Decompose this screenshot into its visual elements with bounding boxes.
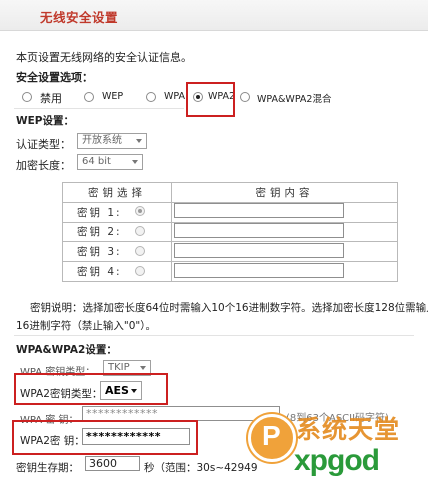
wpa-section-label: WPA&WPA2设置：	[16, 344, 117, 356]
wpa-key-input[interactable]: ************	[82, 406, 280, 421]
intro-text: 本页设置无线网络的安全认证信息。	[16, 51, 192, 64]
key-1-radio[interactable]	[135, 206, 145, 216]
option-label: 禁用	[40, 92, 62, 105]
key-1-input[interactable]	[174, 203, 344, 218]
option-label: WEP	[102, 91, 124, 102]
wpa-key-type-value: TKIP	[108, 362, 130, 373]
wpa2-key-type-highlight-box	[14, 373, 168, 405]
chevron-down-icon	[132, 160, 138, 164]
table-header-row: 密钥选择 密钥内容	[62, 182, 398, 203]
lifetime-hint: 秒（范围：30s~42949	[144, 462, 258, 474]
chevron-down-icon	[140, 366, 146, 370]
security-options-label: 安全设置选项：	[16, 71, 93, 84]
header-key-content: 密钥内容	[171, 182, 398, 203]
auth-type-label: 认证类型：	[16, 138, 71, 151]
chevron-down-icon	[136, 139, 142, 143]
divider	[14, 335, 414, 336]
option-label: WPA&WPA2混合	[257, 94, 332, 105]
key-label: 密钥 2:	[77, 226, 122, 239]
title-bar: 无线安全设置	[0, 0, 428, 31]
wpa2-highlight-box	[186, 82, 235, 117]
lifetime-label: 密钥生存期：	[16, 462, 79, 474]
key-label: 密钥 3:	[77, 246, 122, 259]
key-4-radio[interactable]	[135, 266, 145, 276]
key-label: 密钥 4:	[77, 266, 122, 279]
lifetime-input[interactable]: 3600	[85, 456, 140, 471]
xpgod-logo-icon: P	[248, 414, 296, 462]
key-length-select[interactable]: 64 bit	[77, 154, 143, 170]
wep-section-label: WEP设置：	[16, 115, 74, 127]
key-length-value: 64 bit	[82, 156, 111, 167]
key-label: 密钥 1:	[77, 206, 122, 219]
key-4-input[interactable]	[174, 263, 344, 278]
page-title: 无线安全设置	[40, 10, 119, 25]
auth-type-value: 开放系统	[82, 135, 122, 146]
radio-disabled[interactable]	[22, 92, 32, 102]
key-2-input[interactable]	[174, 223, 344, 238]
key-3-input[interactable]	[174, 243, 344, 258]
option-label: WPA	[164, 91, 186, 102]
divider	[14, 108, 184, 109]
key-2-radio[interactable]	[135, 226, 145, 236]
wep-note-line2: 16进制字符（禁止输入"0"）。	[16, 320, 156, 332]
wep-note-line1: 密钥说明：选择加密长度64位时需输入10个16进制数字符。选择加密长度128位需…	[30, 302, 428, 314]
radio-wpa[interactable]	[146, 92, 156, 102]
wpa2-key-highlight-box	[12, 420, 198, 455]
radio-wpa-wpa2-mixed[interactable]	[240, 92, 250, 102]
watermark-en: xpgod	[294, 444, 380, 477]
watermark-cn: 系统天堂	[296, 415, 401, 444]
radio-wep[interactable]	[84, 92, 94, 102]
key-length-label: 加密长度：	[16, 159, 71, 172]
header-key-select: 密钥选择	[62, 182, 172, 203]
auth-type-select[interactable]: 开放系统	[77, 133, 147, 149]
key-3-radio[interactable]	[135, 246, 145, 256]
